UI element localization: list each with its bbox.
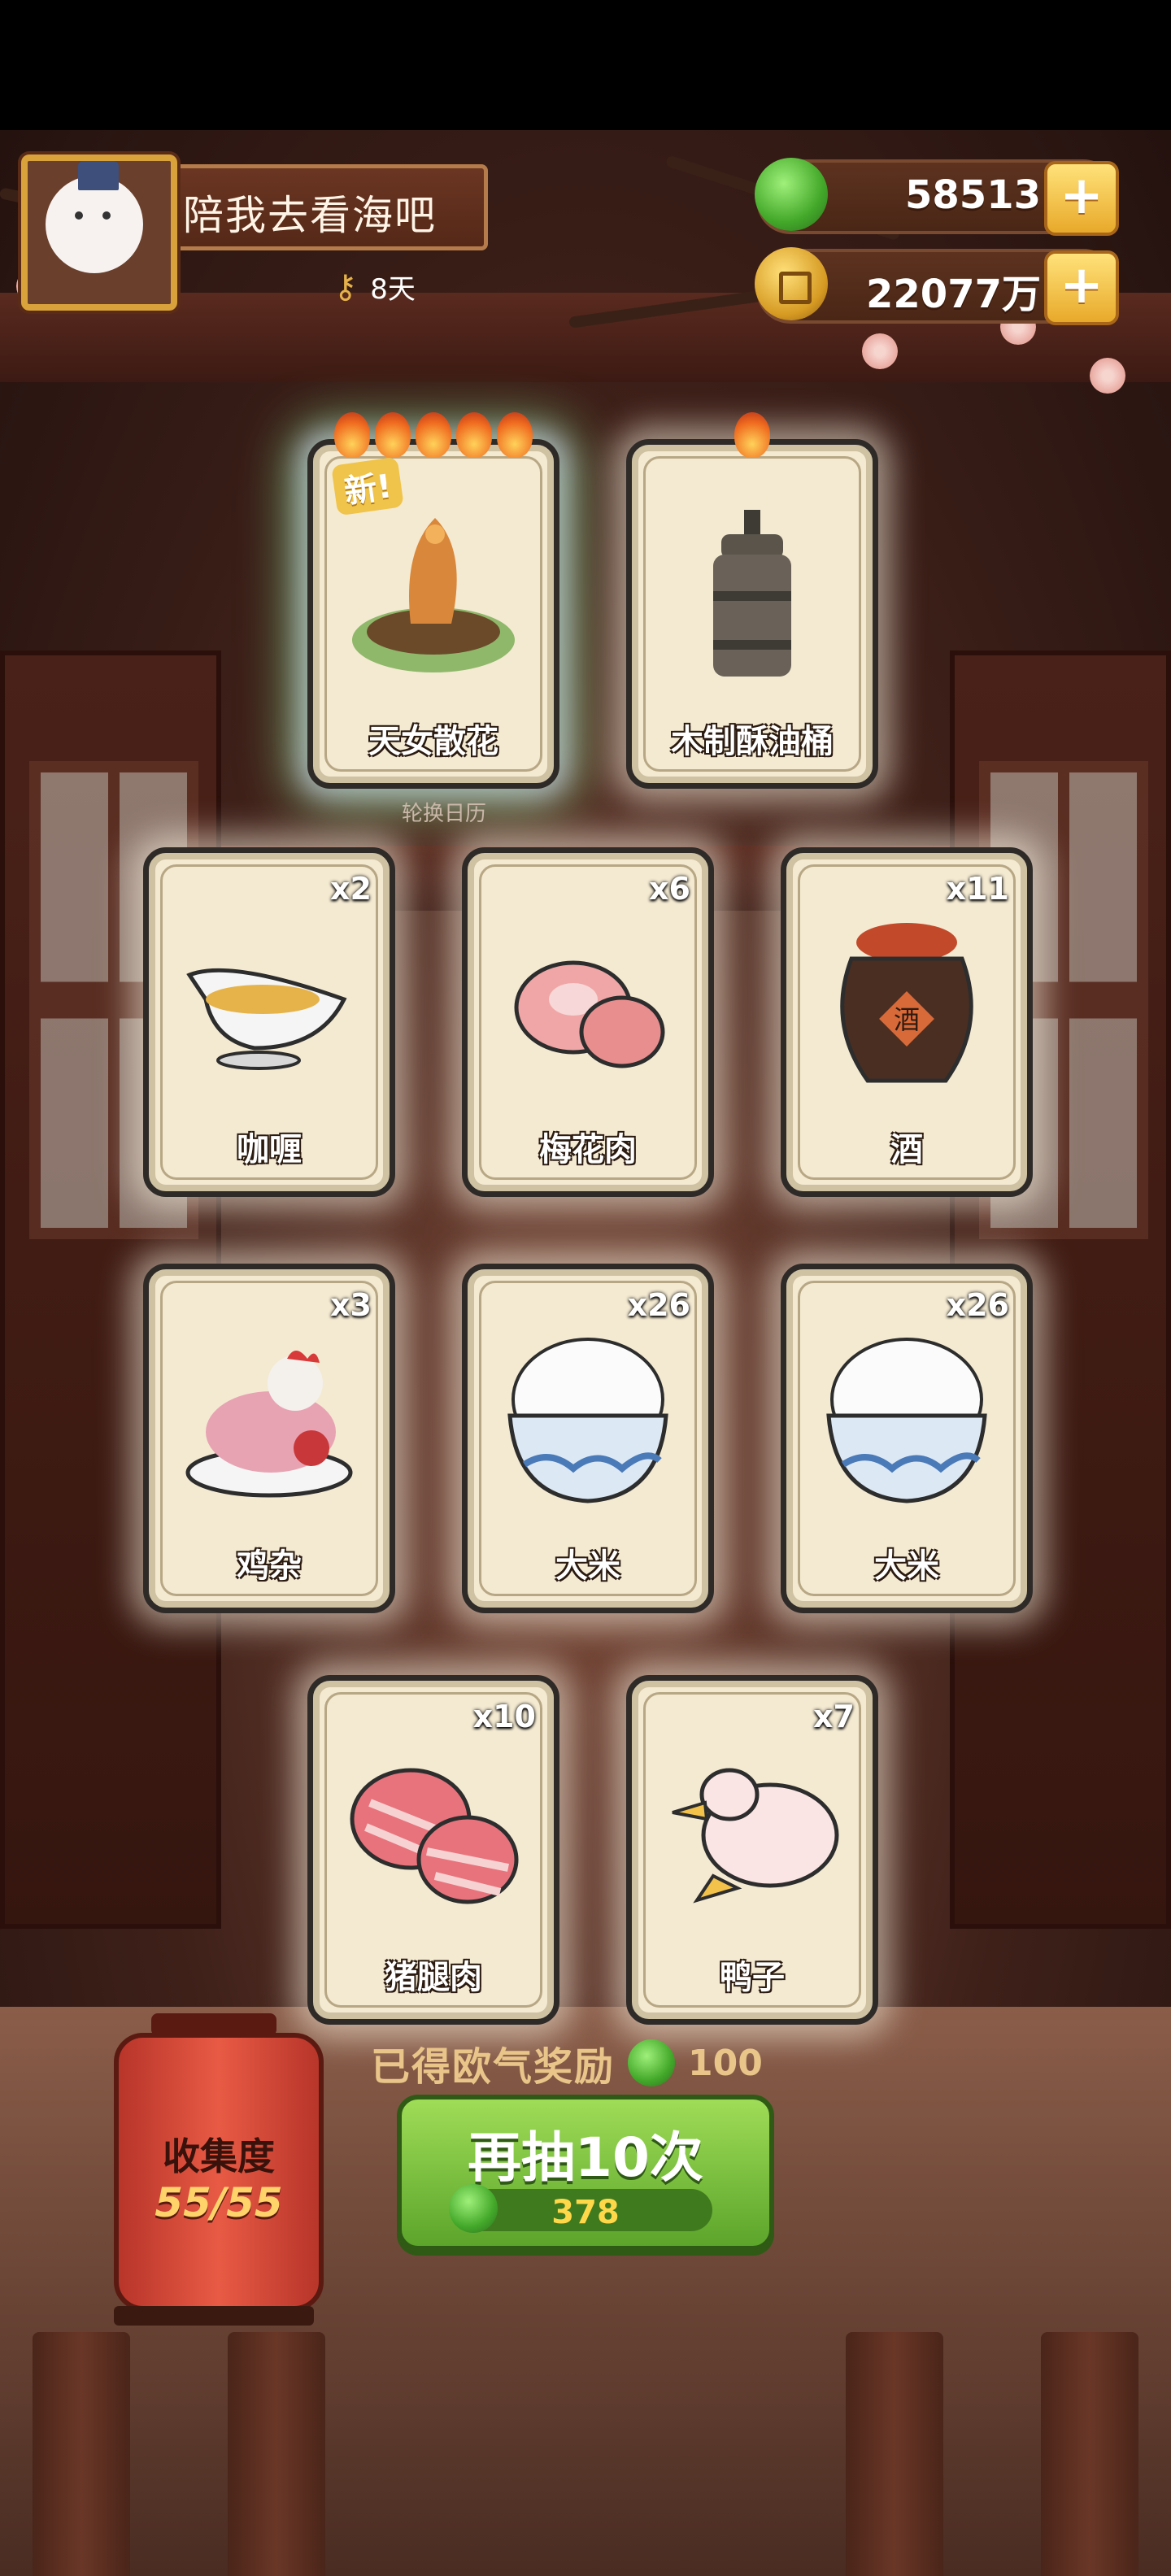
meat-icon [500,910,676,1097]
luck-reward: 已得欧气奖励 100 [371,2034,763,2091]
item-quantity: x2 [330,871,372,907]
blossom [1090,358,1125,394]
jade-icon [628,2039,676,2086]
add-jade-button[interactable]: + [1044,161,1119,236]
item-card[interactable]: x26 大米 [462,1264,714,1613]
item-name: 梅花肉 [539,1131,637,1168]
item-name: 木制酥油桶 [671,723,834,760]
coin-icon [755,247,828,320]
rail-post [1041,2332,1138,2576]
item-card[interactable]: x3 鸡杂 [143,1264,395,1613]
item-quantity: x6 [649,871,690,907]
rarity-flames [313,412,554,458]
item-card[interactable]: x10 猪腿肉 [307,1675,559,2025]
flame-icon [456,412,492,458]
player-name-plate: 陪我去看海吧 [166,164,488,250]
item-name: 猪腿肉 [385,1959,482,1996]
item-name: 大米 [555,1547,620,1585]
coin-resource-bar: 22077万 + [755,247,1119,325]
item-card[interactable]: x2 咖喱 [143,847,395,1197]
svg-text:酒: 酒 [894,1004,920,1035]
add-coins-button[interactable]: + [1044,250,1119,325]
duck-icon [664,1738,840,1925]
jade-icon [755,158,828,231]
luck-reward-value: 100 [688,2042,763,2084]
player-avatar[interactable] [21,154,177,311]
item-card[interactable]: x6 梅花肉 [462,847,714,1197]
draw-cost-value: 378 [551,2194,620,2231]
key-icon: ⚷ [333,268,358,306]
jade-value: 58513 [905,172,1041,218]
days-counter: ⚷ 8天 [333,267,416,307]
rarity-flames [632,412,873,458]
pork-icon [346,1738,521,1925]
lantern-stand [114,2306,314,2326]
item-name: 鸡杂 [237,1547,302,1585]
flame-icon [334,412,370,458]
player-name: 陪我去看海吧 [183,192,437,239]
item-quantity: x26 [946,1287,1009,1323]
draw-again-label: 再抽10次 [468,2126,703,2189]
dish-icon [346,502,521,689]
blossom [862,333,898,369]
hat-icon [78,161,119,190]
collection-lantern[interactable]: 收集度 55/55 [114,2013,324,2311]
coin-value: 22077万 [866,272,1041,317]
rotate-calendar-label[interactable]: 轮换日历 [402,797,486,827]
item-quantity: x26 [627,1287,690,1323]
item-quantity: x3 [330,1287,372,1323]
rail-post [846,2332,943,2576]
flame-icon [375,412,411,458]
item-name: 咖喱 [237,1131,302,1168]
item-name: 大米 [874,1547,939,1585]
item-name: 酒 [890,1131,923,1168]
rice-bowl-icon [819,1326,995,1513]
item-card[interactable]: 酒 x11 酒 [781,847,1033,1197]
draw-again-button[interactable]: 再抽10次 378 [397,2095,774,2251]
draw-cost: 378 [449,2184,712,2233]
rail-post [228,2332,325,2576]
item-name: 天女散花 [368,723,498,760]
days-text: 8天 [370,273,416,306]
item-quantity: x7 [813,1699,855,1734]
rail-post [33,2332,130,2576]
collection-value: 55/55 [155,2179,283,2226]
wine-jar-icon: 酒 [819,910,995,1097]
flame-icon [497,412,533,458]
item-quantity: x10 [472,1699,536,1734]
luck-reward-label: 已得欧气奖励 [371,2044,616,2090]
item-card[interactable]: 新! 天女散花 [307,412,559,789]
churn-icon [664,502,840,689]
flame-icon [416,412,451,458]
collection-title: 收集度 [163,2134,275,2178]
item-card[interactable]: x26 大米 [781,1264,1033,1613]
item-quantity: x11 [946,871,1009,907]
item-card[interactable]: 木制酥油桶 [626,412,878,789]
jade-resource-bar: 58513 + [755,158,1119,236]
flame-icon [734,412,770,458]
gravy-boat-icon [181,910,357,1097]
item-name: 鸭子 [720,1959,785,1996]
cat-avatar-icon [46,176,143,273]
rice-bowl-icon [500,1326,676,1513]
chicken-icon [181,1326,357,1513]
item-card[interactable]: x7 鸭子 [626,1675,878,2025]
